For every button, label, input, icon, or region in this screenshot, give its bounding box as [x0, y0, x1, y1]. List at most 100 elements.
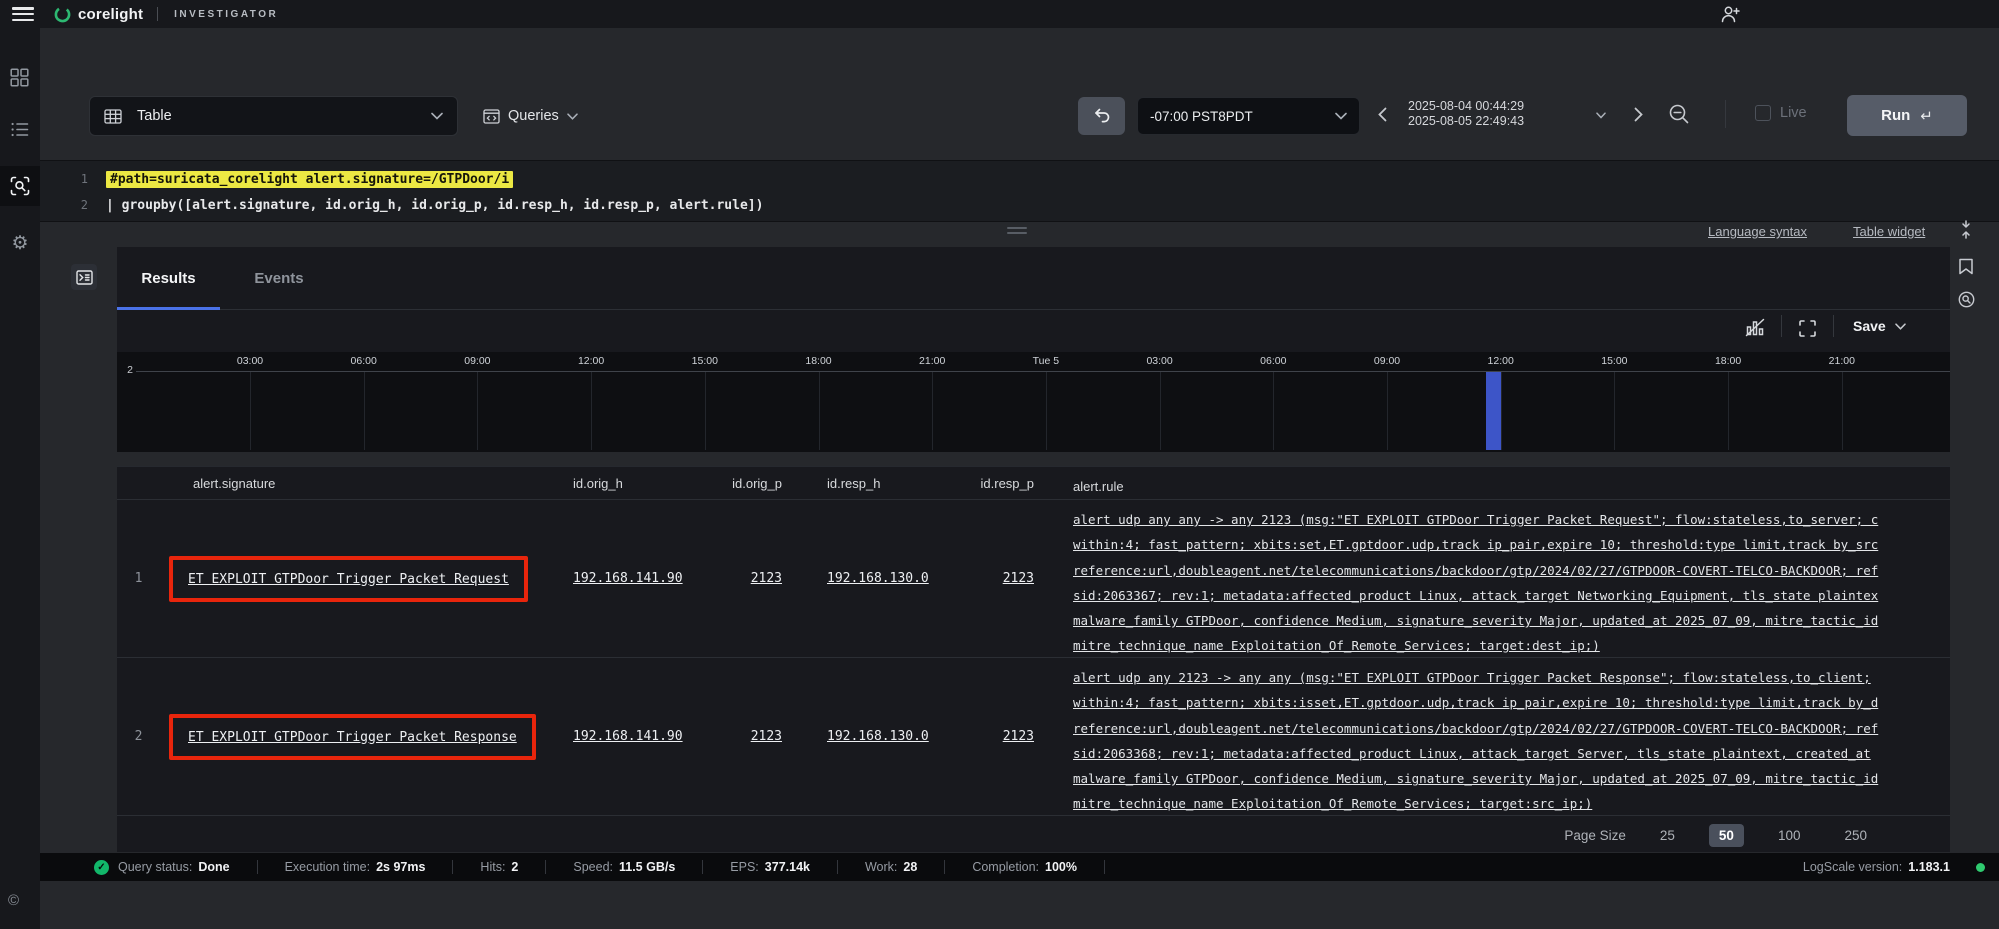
undo-button[interactable]	[1078, 97, 1125, 135]
hide-chart-icon[interactable]	[1745, 318, 1765, 337]
alert-rule-text[interactable]: reference:url,doubleagent.net/telecommun…	[1073, 716, 1950, 741]
alert-rule-text[interactable]: malware_family GTPDoor, confidence Mediu…	[1073, 608, 1950, 633]
fullscreen-icon[interactable]	[1799, 320, 1816, 337]
results-panel: Results Events Save 2 03:0006:0009:0012:…	[117, 247, 1950, 852]
save-button[interactable]: Save	[1853, 313, 1906, 339]
add-user-icon[interactable]	[1721, 5, 1740, 23]
chevron-down-icon	[1335, 112, 1347, 120]
x-axis-line	[136, 371, 1950, 372]
cell-id-resp-h: 192.168.130.0	[790, 500, 945, 657]
status-label: Completion:	[972, 860, 1039, 874]
tab-events[interactable]: Events	[229, 247, 329, 310]
brand-name: corelight	[78, 6, 143, 23]
page-size-option-25[interactable]: 25	[1650, 824, 1685, 847]
alert-rule-text[interactable]: sid:2063367; rev:1; metadata:affected_pr…	[1073, 583, 1950, 608]
status-divider	[702, 860, 703, 874]
live-checkbox[interactable]	[1755, 105, 1771, 121]
hamburger-menu-icon[interactable]	[12, 7, 34, 21]
queries-button[interactable]: Queries	[483, 96, 578, 136]
page-size-option-100[interactable]: 100	[1768, 824, 1811, 847]
column-header-id-orig_p[interactable]: id.orig_p	[700, 467, 790, 499]
status-item: Execution time:2s 97ms	[285, 860, 426, 874]
cell-id-orig-p: 2123	[700, 500, 790, 657]
time-range-display[interactable]: 2025-08-04 00:44:29 2025-08-05 22:49:43	[1408, 99, 1593, 129]
query-editor[interactable]: 1#path=suricata_corelight alert.signatur…	[40, 160, 1999, 222]
alert-rule-text[interactable]: alert udp any 2123 -> any any (msg:"ET E…	[1073, 665, 1950, 690]
timeline-tick-label: Tue 5	[1033, 355, 1059, 367]
id-resp-h-link[interactable]: 192.168.130.0	[827, 571, 929, 586]
live-label: Live	[1780, 105, 1807, 121]
alert-signature-highlight-box: ET EXPLOIT GTPDoor Trigger Packet Reques…	[169, 556, 528, 602]
column-header-id-orig_h[interactable]: id.orig_h	[560, 467, 700, 499]
alert-rule-text[interactable]: within:4; fast_pattern; xbits:isset,ET.g…	[1073, 690, 1950, 715]
page-size-option-50[interactable]: 50	[1709, 824, 1744, 847]
dashboard-icon[interactable]	[10, 68, 30, 88]
connection-status-dot	[1976, 863, 1985, 872]
tabs-row: Results Events	[117, 247, 1950, 310]
time-range-start: 2025-08-04 00:44:29	[1408, 99, 1593, 114]
status-value: 28	[903, 860, 917, 874]
alert-rule-text[interactable]: alert udp any any -> any 2123 (msg:"ET E…	[1073, 507, 1950, 532]
timezone-value: -07:00 PST8PDT	[1150, 109, 1253, 124]
id-orig-h-link[interactable]: 192.168.141.90	[573, 729, 683, 744]
timeline-tick-label: 09:00	[464, 355, 490, 367]
alert-rule-text[interactable]: within:4; fast_pattern; xbits:set,ET.gpt…	[1073, 532, 1950, 557]
chevron-down-icon[interactable]	[1596, 112, 1606, 119]
language-syntax-link[interactable]: Language syntax	[1708, 224, 1807, 239]
collapse-vertical-icon[interactable]	[1958, 220, 1974, 239]
time-range-back-arrow[interactable]	[1378, 107, 1387, 122]
column-header-alert-rule[interactable]: alert.rule	[1055, 467, 1950, 499]
queries-icon	[483, 109, 500, 124]
timeline-gridline	[1387, 372, 1388, 450]
status-value: 377.14k	[765, 860, 810, 874]
tag-icon[interactable]	[1958, 258, 1974, 275]
page-size-option-250[interactable]: 250	[1834, 824, 1877, 847]
id-resp-p-link[interactable]: 2123	[1003, 571, 1034, 586]
resize-grip[interactable]	[1007, 227, 1027, 237]
open-side-panel-icon[interactable]	[71, 264, 97, 290]
query-line[interactable]: 1#path=suricata_corelight alert.signatur…	[40, 166, 1999, 192]
timeline-bar[interactable]	[1486, 372, 1501, 450]
cell-alert-rule: alert udp any 2123 -> any any (msg:"ET E…	[1055, 658, 1950, 815]
alert-rule-text[interactable]: mitre_technique_name Exploitation_Of_Rem…	[1073, 791, 1950, 815]
id-orig-h-link[interactable]: 192.168.141.90	[573, 571, 683, 586]
cell-id-orig-h: 192.168.141.90	[560, 658, 700, 815]
query-line[interactable]: 2| groupby([alert.signature, id.orig_h, …	[40, 192, 1999, 218]
zoom-out-icon[interactable]	[1668, 103, 1690, 125]
id-orig-p-link[interactable]: 2123	[751, 571, 782, 586]
column-header-id-resp_p[interactable]: id.resp_p	[945, 467, 1055, 499]
copyright-icon[interactable]: ©	[8, 892, 19, 909]
column-header-alert-signature[interactable]: alert.signature	[160, 467, 560, 499]
query-text[interactable]: | groupby([alert.signature, id.orig_h, i…	[106, 198, 763, 213]
top-bar: corelight INVESTIGATOR	[0, 0, 1999, 28]
column-header-id-resp_h[interactable]: id.resp_h	[790, 467, 945, 499]
settings-gear-icon[interactable]: ⚙	[10, 234, 30, 254]
tab-results[interactable]: Results	[117, 247, 220, 310]
status-value: 2	[511, 860, 518, 874]
timeline-gridline	[1728, 372, 1729, 450]
circled-search-icon[interactable]	[1958, 291, 1975, 308]
alert-rule-text[interactable]: reference:url,doubleagent.net/telecommun…	[1073, 558, 1950, 583]
alert-signature-link[interactable]: ET EXPLOIT GTPDoor Trigger Packet Respon…	[188, 730, 517, 745]
alert-rule-text[interactable]: malware_family GTPDoor, confidence Mediu…	[1073, 766, 1950, 791]
list-icon[interactable]	[10, 120, 30, 140]
view-type-dropdown[interactable]: Table	[89, 96, 458, 136]
search-scan-icon[interactable]	[10, 176, 30, 196]
time-range-forward-arrow[interactable]	[1634, 107, 1643, 122]
id-resp-p-link[interactable]: 2123	[1003, 729, 1034, 744]
id-orig-p-link[interactable]: 2123	[751, 729, 782, 744]
undo-icon	[1093, 108, 1111, 124]
timezone-dropdown[interactable]: -07:00 PST8PDT	[1137, 97, 1360, 135]
live-toggle[interactable]: Live	[1755, 105, 1807, 121]
alert-signature-link[interactable]: ET EXPLOIT GTPDoor Trigger Packet Reques…	[188, 572, 509, 587]
query-text-highlighted[interactable]: #path=suricata_corelight alert.signature…	[106, 171, 513, 188]
timeline-tick-label: 03:00	[237, 355, 263, 367]
run-button[interactable]: Run ↵	[1847, 95, 1967, 136]
status-item: Hits:2	[480, 860, 518, 874]
table-widget-link[interactable]: Table widget	[1853, 224, 1925, 239]
alert-rule-text[interactable]: sid:2063368; rev:1; metadata:affected_pr…	[1073, 741, 1950, 766]
alert-rule-text[interactable]: mitre_technique_name Exploitation_Of_Rem…	[1073, 633, 1950, 657]
id-resp-h-link[interactable]: 192.168.130.0	[827, 729, 929, 744]
status-value: 100%	[1045, 860, 1077, 874]
timeline-chart[interactable]: 2 03:0006:0009:0012:0015:0018:0021:00Tue…	[117, 352, 1950, 452]
